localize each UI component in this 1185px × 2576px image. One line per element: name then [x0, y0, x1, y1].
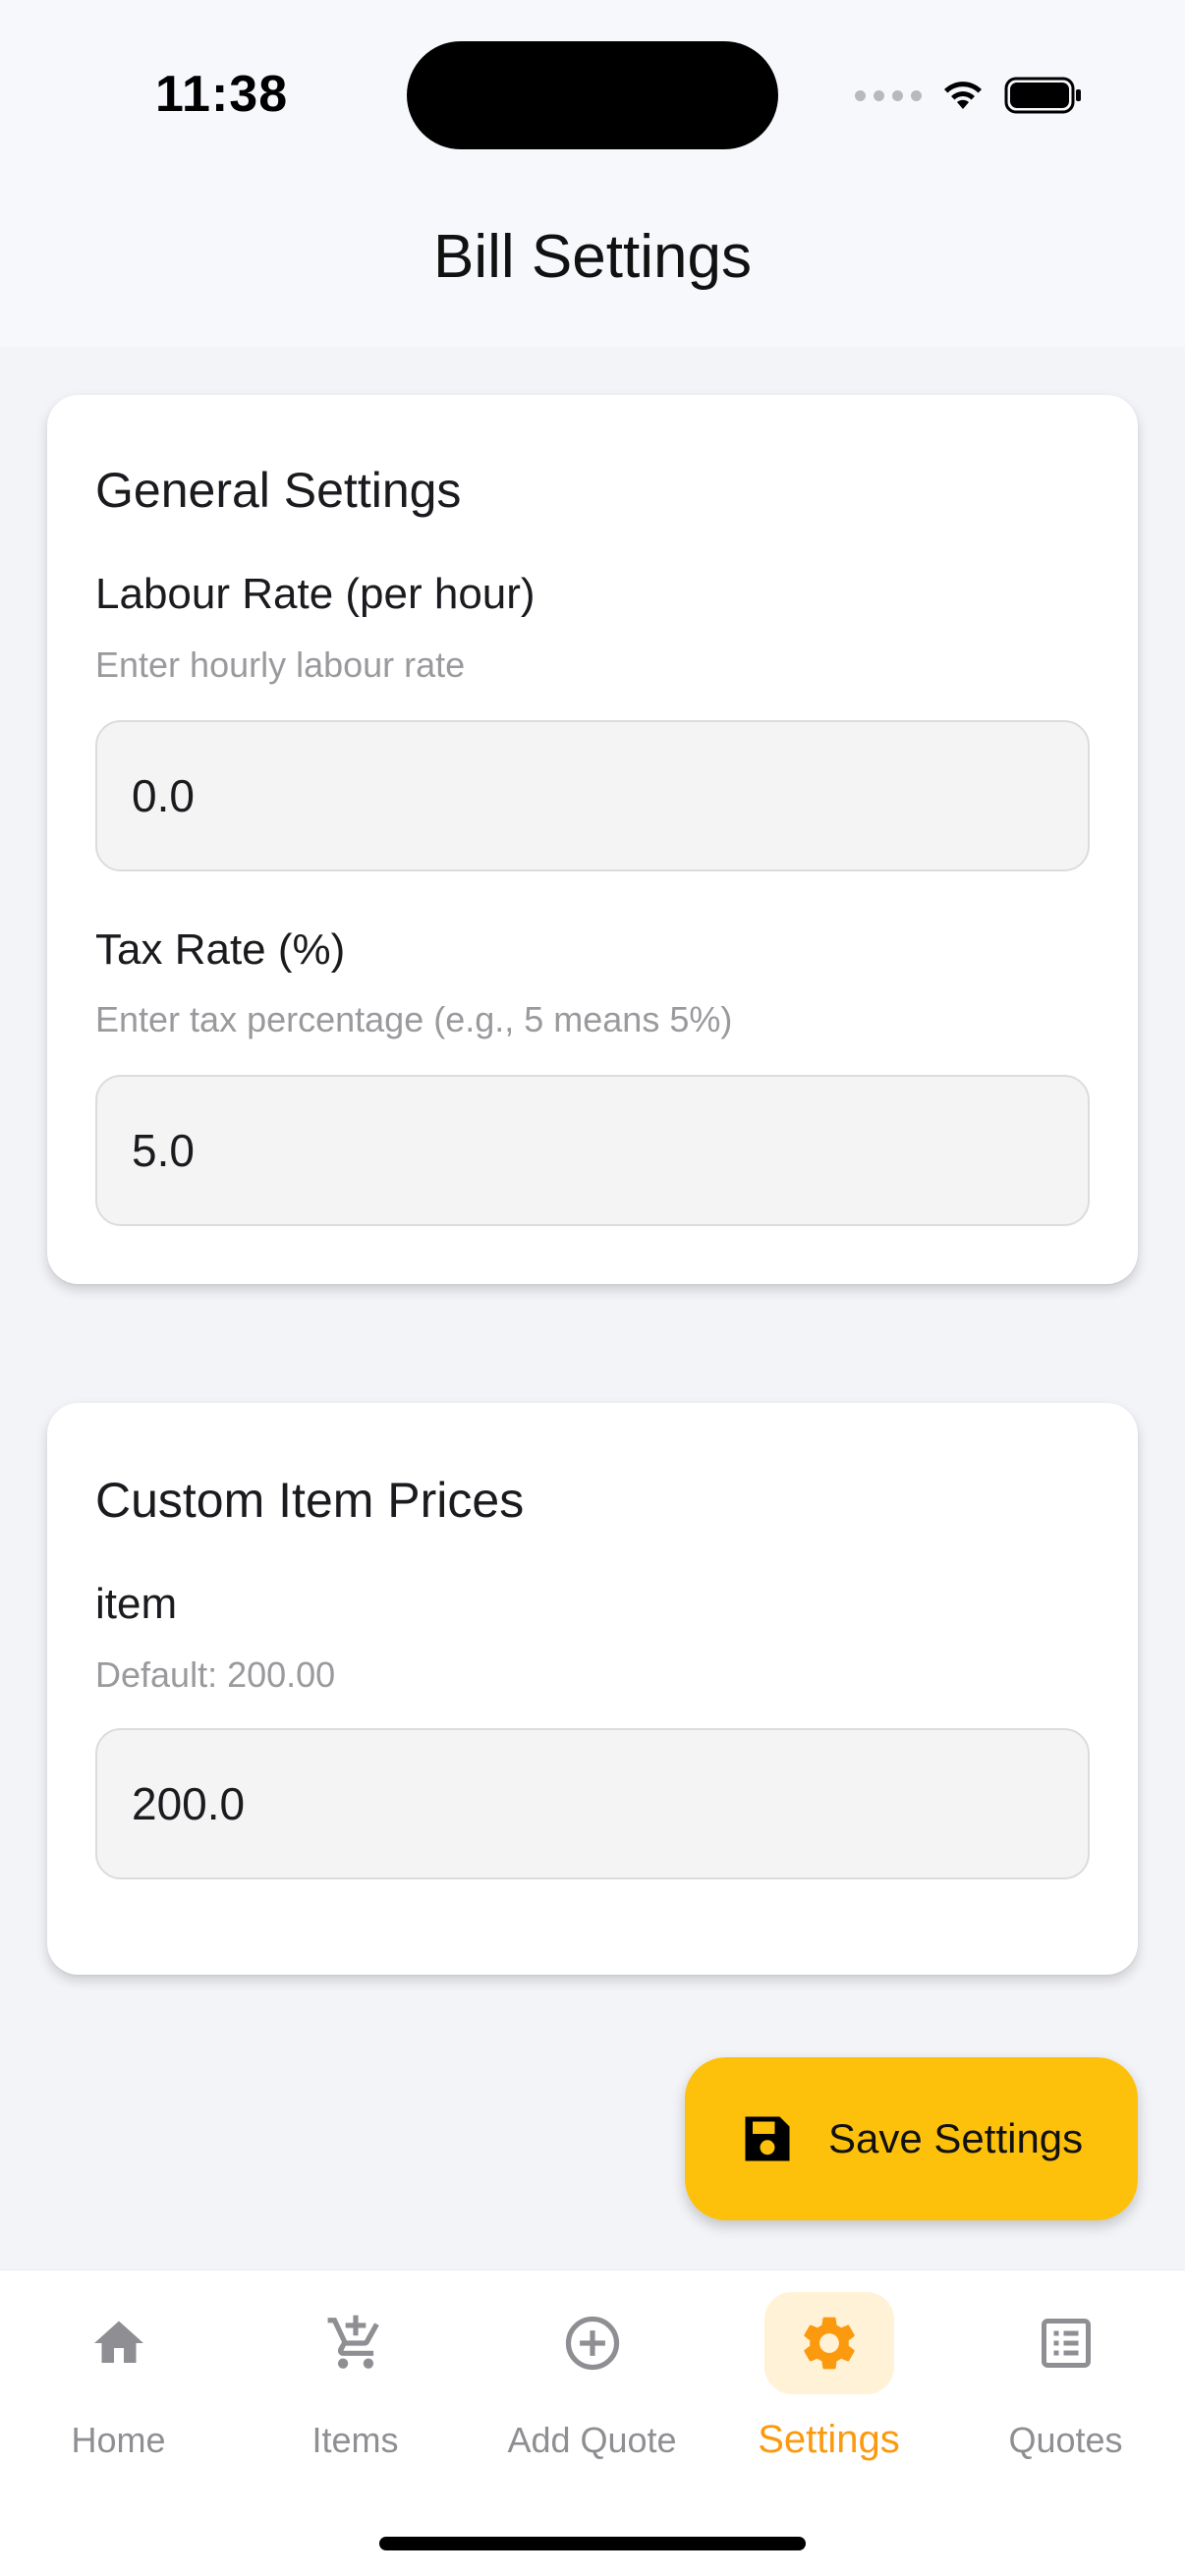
nav-item-items[interactable]: Items: [237, 2270, 474, 2467]
nav-item-home[interactable]: Home: [0, 2270, 237, 2467]
labour-rate-input[interactable]: 0.0: [95, 720, 1090, 871]
home-icon: [93, 2321, 143, 2363]
nav-label-quotes: Quotes: [1008, 2420, 1123, 2460]
item-default-price: Default: 200.00: [95, 1654, 336, 1695]
nav-item-settings[interactable]: Settings: [710, 2270, 947, 2467]
list-icon: [1041, 2319, 1091, 2368]
save-icon: [745, 2116, 790, 2161]
status-time: 11:38: [155, 66, 289, 123]
tax-rate-label: Tax Rate (%): [95, 925, 346, 974]
custom-item-prices-title: Custom Item Prices: [95, 1473, 525, 1528]
save-settings-button[interactable]: Save Settings: [685, 2057, 1138, 2220]
item-name-label: item: [95, 1580, 178, 1628]
general-settings-title: General Settings: [95, 463, 462, 518]
gear-icon: [803, 2317, 855, 2370]
tax-rate-help: Enter tax percentage (e.g., 5 means 5%): [95, 999, 733, 1039]
nav-item-quotes[interactable]: Quotes: [947, 2270, 1184, 2467]
general-settings-card: General Settings Labour Rate (per hour) …: [47, 395, 1138, 1284]
add-circle-icon: [565, 2316, 619, 2371]
labour-rate-label: Labour Rate (per hour): [95, 570, 536, 618]
nav-item-add-quote[interactable]: Add Quote: [474, 2270, 710, 2467]
top-bar: 11:38 Bill Settings: [0, 0, 1185, 347]
bottom-navigation: Home Items Add Quote Settings Quotes: [0, 2269, 1185, 2576]
nav-label-home: Home: [71, 2420, 166, 2460]
tax-rate-input[interactable]: 5.0: [95, 1075, 1090, 1226]
page-title: Bill Settings: [433, 223, 752, 291]
nav-label-add-quote: Add Quote: [507, 2420, 677, 2460]
home-indicator[interactable]: [379, 2537, 806, 2550]
bill-settings-screen: 11:38 Bill Settings General Settings Lab…: [0, 0, 1185, 2576]
dynamic-island: [407, 41, 778, 149]
item-price-input[interactable]: 200.0: [95, 1728, 1090, 1879]
add-cart-icon: [327, 2315, 379, 2369]
wifi-icon: [944, 82, 982, 109]
nav-label-items: Items: [311, 2420, 399, 2460]
nav-label-settings: Settings: [758, 2418, 900, 2461]
save-settings-label: Save Settings: [828, 2115, 1084, 2161]
labour-rate-help: Enter hourly labour rate: [95, 644, 466, 685]
status-icons: [855, 71, 1083, 120]
custom-item-prices-card: Custom Item Prices item Default: 200.00 …: [47, 1403, 1138, 1975]
battery-icon: [1004, 77, 1081, 114]
cellular-signal-icon: [855, 89, 922, 101]
